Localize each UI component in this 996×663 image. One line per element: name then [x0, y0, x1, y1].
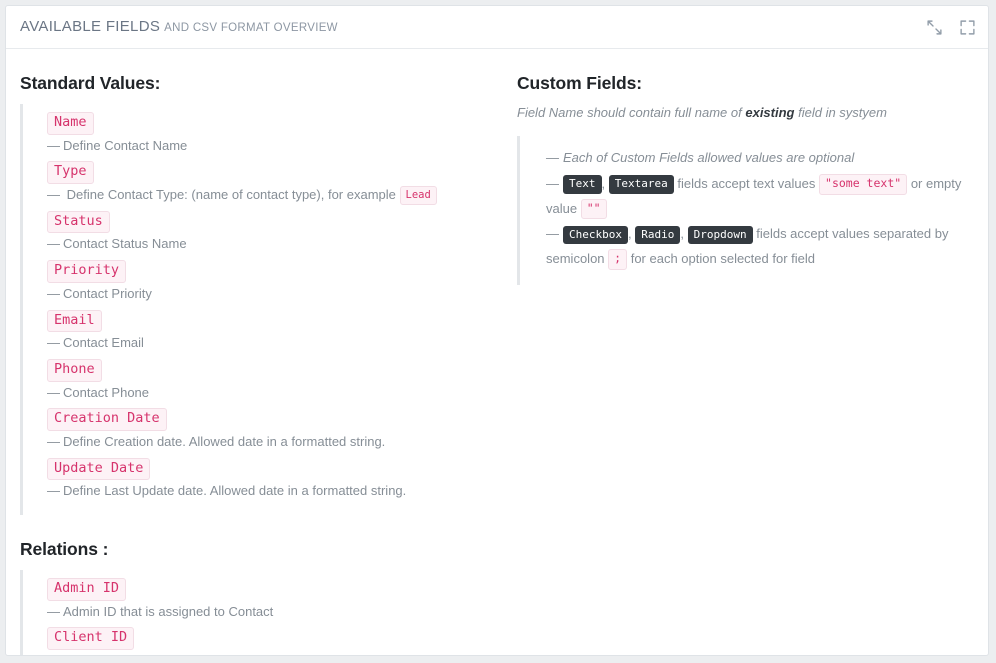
- collapse-icon[interactable]: [926, 19, 943, 36]
- left-column: Standard Values: Name — Define Contact Na…: [20, 73, 490, 655]
- right-column: Custom Fields: Field Name should contain…: [517, 73, 979, 285]
- field-description-text: Contact Priority: [63, 285, 152, 301]
- field-row: Phone: [47, 359, 490, 382]
- field-row: Priority: [47, 260, 490, 283]
- relations-list: Admin ID — Admin ID that is assigned to C…: [20, 570, 490, 655]
- em-dash: —: [546, 226, 559, 242]
- em-dash: —: [47, 433, 60, 449]
- custom-rule-mid: fields accept text values: [677, 175, 816, 191]
- badge-textarea: Textarea: [608, 175, 674, 194]
- relations-title: Relations :: [20, 539, 109, 560]
- field-code-email: Email: [47, 309, 102, 333]
- field-description-text: Admin ID that is assigned to Contact: [63, 603, 274, 619]
- em-dash: —: [47, 653, 60, 655]
- field-code-admin-id: Admin ID: [47, 578, 127, 601]
- field-description-text: Define Contact Type: (name of contact ty…: [66, 186, 396, 202]
- field-description-text: Client ID that is assigned to Contact: [63, 653, 270, 655]
- em-dash: —: [47, 137, 60, 153]
- standard-values-title: Standard Values:: [20, 73, 161, 93]
- expand-icon[interactable]: [959, 19, 976, 36]
- standard-values-list: Name — Define Contact Name Type — Define …: [20, 104, 490, 516]
- field-code-update-date: Update Date: [47, 457, 151, 481]
- field-row: Name: [47, 112, 490, 135]
- em-dash: —: [47, 236, 60, 252]
- custom-fields-list: — Each of Custom Fields allowed values ar…: [517, 136, 979, 285]
- field-description: —Client ID that is assigned to Contact: [47, 652, 490, 655]
- field-code-type: Type: [47, 161, 94, 184]
- custom-note-post: field in systyem: [798, 105, 887, 120]
- header-actions: [926, 19, 976, 36]
- code-some-text: "some text": [819, 174, 908, 195]
- em-dash: —: [47, 285, 60, 301]
- field-code-client-id: Client ID: [47, 627, 135, 650]
- field-row: Status: [47, 210, 490, 234]
- custom-rule-optional: — Each of Custom Fields allowed values ar…: [546, 146, 979, 171]
- badge-text: Text: [563, 175, 602, 194]
- field-description: — Define Last Update date. Allowed date i…: [47, 482, 490, 501]
- field-row: Update Date: [47, 457, 490, 481]
- code-semicolon: ;: [608, 249, 628, 270]
- field-description-text: Define Creation date. Allowed date in a …: [63, 433, 386, 449]
- field-description: — Define Contact Name: [47, 137, 490, 156]
- field-row: Client ID: [47, 627, 490, 650]
- comma-separator: ,: [601, 175, 606, 191]
- custom-note-bold: existing: [745, 105, 795, 120]
- field-code-status: Status: [47, 210, 110, 234]
- field-example-lead: Lead: [399, 185, 437, 205]
- field-row: Admin ID: [47, 578, 490, 601]
- code-empty-value: "": [580, 199, 607, 220]
- field-row: Email: [47, 309, 490, 333]
- comma-separator: ,: [680, 226, 684, 242]
- custom-rule-choice-fields: — Checkbox, Radio, Dropdown fields accept…: [546, 222, 979, 271]
- field-code-priority: Priority: [47, 260, 127, 283]
- field-description: — Contact Email: [47, 334, 490, 353]
- em-dash: —: [47, 335, 60, 351]
- em-dash: —: [47, 483, 60, 499]
- panel-title-main: AVAILABLE FIELDS: [20, 18, 161, 35]
- field-description: — Contact Status Name: [47, 235, 490, 254]
- custom-rule-text-fields: — Text, Textarea fields accept text value…: [546, 172, 979, 221]
- field-description: — Contact Priority: [47, 285, 490, 304]
- field-description-text: Define Last Update date. Allowed date in…: [63, 483, 407, 499]
- custom-fields-title: Custom Fields:: [517, 73, 642, 93]
- badge-dropdown: Dropdown: [687, 225, 753, 244]
- panel-title-sub: AND CSV FORMAT OVERVIEW: [164, 22, 338, 34]
- available-fields-panel: AVAILABLE FIELDSAND CSV FORMAT OVERVIEW: [5, 5, 989, 656]
- field-description: — Define Contact Type: (name of contact …: [47, 185, 490, 205]
- field-row: Type: [47, 161, 490, 184]
- badge-radio: Radio: [635, 225, 681, 244]
- comma-separator: ,: [627, 226, 632, 242]
- custom-note-pre: Field Name should contain full name of: [517, 105, 742, 120]
- field-description: — Admin ID that is assigned to Contact: [47, 603, 490, 622]
- em-dash: —: [47, 603, 60, 619]
- em-dash: —: [47, 186, 60, 202]
- field-description-text: Contact Status Name: [63, 236, 187, 252]
- field-description-text: Contact Phone: [63, 384, 150, 400]
- field-code-phone: Phone: [47, 359, 102, 382]
- field-description: — Contact Phone: [47, 384, 490, 403]
- field-description: — Define Creation date. Allowed date in a…: [47, 433, 490, 452]
- em-dash: —: [546, 175, 559, 191]
- field-row: Creation Date: [47, 408, 490, 431]
- field-code-creation-date: Creation Date: [47, 408, 167, 431]
- field-description-text: Define Contact Name: [63, 137, 188, 153]
- custom-rule-text: Each of Custom Fields allowed values are…: [563, 150, 855, 166]
- field-description-text: Contact Email: [63, 335, 144, 351]
- em-dash: —: [546, 150, 559, 166]
- badge-checkbox: Checkbox: [563, 225, 628, 244]
- custom-rule-tail: for each option selected for field: [630, 250, 815, 266]
- em-dash: —: [47, 384, 60, 400]
- field-code-name: Name: [47, 112, 94, 135]
- panel-title: AVAILABLE FIELDS AND CSV FORMAT OVERVIEW: [20, 18, 338, 36]
- panel-header: AVAILABLE FIELDS AND CSV FORMAT OVERVIEW: [6, 6, 988, 49]
- custom-fields-note: Field Name should contain full name of e…: [517, 104, 979, 122]
